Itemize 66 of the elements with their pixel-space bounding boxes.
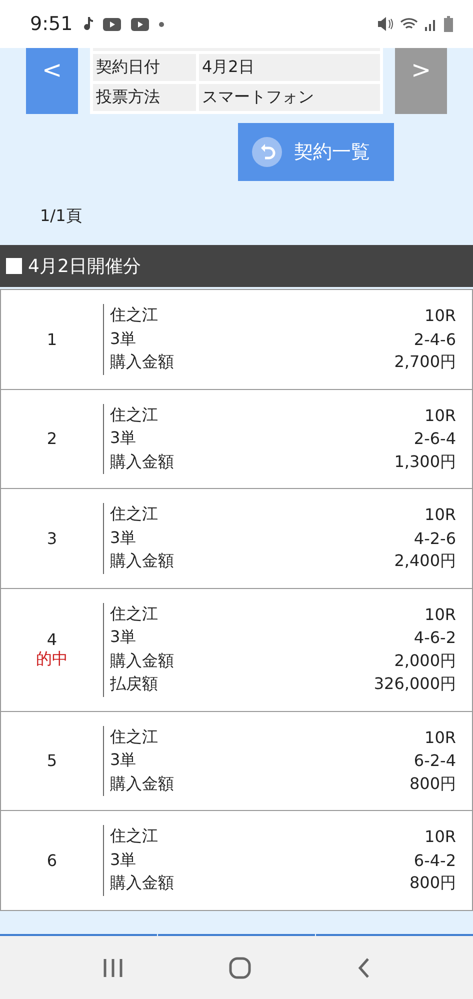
hit-label: 的中	[36, 648, 68, 670]
info-label: 契約日付	[93, 54, 196, 81]
bet-value: 2,400円	[394, 551, 456, 572]
bet-value: 800円	[409, 774, 456, 795]
bet-value: 6-4-2	[414, 850, 456, 870]
wifi-icon	[400, 17, 418, 31]
bet-value: 4-6-2	[414, 628, 456, 648]
bet-label: 購入金額	[110, 774, 174, 795]
bet-label: 住之江	[110, 826, 158, 848]
bet-value: 6-2-4	[414, 751, 456, 770]
bet-label: 住之江	[110, 404, 158, 426]
contract-list-button[interactable]: 契約一覧	[238, 123, 394, 181]
video-play-icon	[102, 18, 121, 30]
section-title: 4月2日開催分	[28, 255, 141, 278]
recent-apps-icon[interactable]	[103, 958, 124, 976]
bet-value: 10R	[424, 827, 456, 846]
bet-value: 10R	[424, 604, 456, 624]
bet-label: 購入金額	[110, 551, 174, 572]
bet-label: 3単	[110, 750, 136, 772]
bet-value: 10R	[424, 505, 456, 524]
bet-value: 2,000円	[394, 650, 456, 672]
undo-icon	[252, 137, 282, 167]
bet-value: 4-2-6	[414, 528, 456, 548]
bet-label: 払戻額	[110, 674, 158, 696]
back-icon[interactable]	[358, 958, 370, 978]
bet-label: 3単	[110, 428, 136, 450]
bet-label: 購入金額	[110, 650, 174, 672]
bet-value: 2-4-6	[414, 330, 456, 349]
bet-label: 購入金額	[110, 452, 174, 473]
info-value: スマートフォン	[199, 84, 380, 111]
bet-value: 1,300円	[394, 452, 456, 473]
bet-label: 3単	[110, 528, 136, 549]
dot-icon	[158, 22, 164, 26]
info-label: 投票方法	[93, 84, 196, 111]
bet-label: 住之江	[110, 504, 158, 526]
bet-number: 5	[46, 751, 58, 770]
bet-label: 購入金額	[110, 873, 174, 894]
info-value: 4月2日	[199, 54, 380, 81]
bet-label: 購入金額	[110, 352, 174, 374]
page-indicator: 1/1頁	[40, 206, 83, 227]
bet-number: 1	[46, 330, 58, 349]
bet-value: 2,700円	[394, 352, 456, 374]
bet-label: 3単	[110, 850, 136, 871]
bet-number: 2	[46, 429, 58, 448]
bet-number: 6	[46, 850, 58, 870]
signal-icon	[424, 17, 438, 31]
bet-label: 3単	[110, 328, 136, 350]
bet-value: 10R	[424, 406, 456, 425]
bet-value: 800円	[409, 873, 456, 894]
bet-value: 10R	[424, 728, 456, 747]
square-icon	[6, 258, 22, 274]
battery-icon	[444, 16, 453, 32]
bet-number: 3	[46, 528, 58, 548]
bet-label: 住之江	[110, 305, 158, 326]
status-time: 9:51	[30, 13, 73, 35]
video-play-icon	[130, 18, 149, 30]
music-note-icon	[82, 17, 93, 31]
bet-number: 4	[46, 630, 58, 648]
bet-label: 3単	[110, 627, 136, 648]
bet-value: 10R	[424, 306, 456, 326]
home-icon[interactable]	[229, 956, 252, 978]
previous-button[interactable]: <	[26, 48, 78, 114]
bet-value: 326,000円	[374, 674, 456, 696]
bet-label: 住之江	[110, 726, 158, 748]
bet-label: 住之江	[110, 604, 158, 625]
bet-value: 2-6-4	[414, 429, 456, 448]
